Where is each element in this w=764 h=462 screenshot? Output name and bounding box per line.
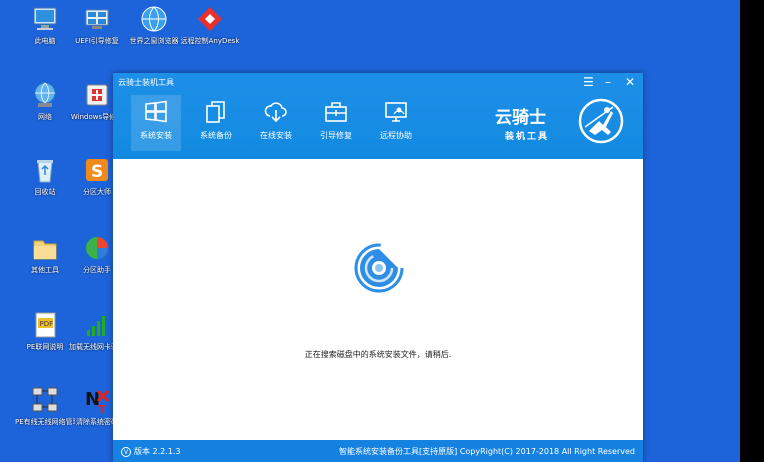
folder-icon <box>30 233 60 263</box>
version-icon: V <box>121 446 131 457</box>
tab-online-install[interactable]: 在线安装 <box>251 95 301 151</box>
pdf-document-icon: PDF <box>30 310 60 340</box>
tab-boot-repair[interactable]: 引导修复 <box>311 95 361 151</box>
brand-logo: 云骑士 装机工具 <box>495 95 625 149</box>
desktop-icon-pe-network[interactable]: PE有线无线网络管理 <box>15 385 75 427</box>
desktop: 此电脑 网络 回收站 其他工具 PDF PE联网说明 PE有线无线网络管理 UE… <box>0 0 740 462</box>
partition-assistant-icon <box>82 233 112 263</box>
loading-spinner-icon <box>354 243 404 293</box>
menu-button[interactable]: ☰ <box>583 75 594 89</box>
tab-label: 远程协助 <box>380 131 412 140</box>
tab-label: 在线安装 <box>260 131 292 140</box>
tab-label: 系统安装 <box>140 131 172 140</box>
windows-repair-icon <box>82 80 112 110</box>
tab-system-install[interactable]: 系统安装 <box>131 95 181 151</box>
partition-master-icon: S <box>82 155 112 185</box>
desktop-icon-label: 世界之窗浏览器 <box>129 37 179 45</box>
brand-subtitle: 装机工具 <box>505 132 550 142</box>
computer-icon <box>30 4 60 34</box>
desktop-icon-network[interactable]: 网络 <box>15 80 75 122</box>
wifi-signal-icon <box>82 310 112 340</box>
windows-logo-icon <box>145 100 167 123</box>
brand-name: 云骑士 <box>495 108 546 128</box>
tab-system-backup[interactable]: 系统备份 <box>191 95 241 151</box>
desktop-icon-label: PE联网说明 <box>26 343 64 351</box>
close-button[interactable]: ✕ <box>625 75 635 89</box>
recycle-bin-icon <box>30 155 60 185</box>
svg-text:T: T <box>98 403 106 415</box>
app-window: 云骑士装机工具 ☰ – ✕ 系统安装 系统备份 在线安装 引导修复 远程协助 云… <box>113 73 643 462</box>
status-text: 正在搜索磁盘中的系统安装文件，请稍后. <box>304 350 452 359</box>
anydesk-icon <box>195 4 225 34</box>
desktop-icon-computer[interactable]: 此电脑 <box>15 4 75 46</box>
knight-logo-icon <box>578 98 624 144</box>
copyright-text: 智能系统安装备份工具[支持原版] CopyRight(C) 2017-2018 … <box>339 447 635 456</box>
desktop-icon-label: 其他工具 <box>31 266 59 274</box>
desktop-icon-label: 回收站 <box>34 188 56 196</box>
tab-label: 系统备份 <box>200 131 232 140</box>
desktop-icon-label: 网络 <box>38 113 52 121</box>
desktop-icon-label: 此电脑 <box>34 37 56 45</box>
screen-border <box>740 0 764 462</box>
desktop-icon-uefi[interactable]: UEFI引导修复 <box>67 4 127 46</box>
network-icon <box>30 80 60 110</box>
desktop-icon-browser[interactable]: 世界之窗浏览器 <box>124 4 184 46</box>
remote-screen-icon <box>385 102 407 122</box>
tab-label: 引导修复 <box>320 131 352 140</box>
network-manager-icon <box>30 385 60 415</box>
uefi-repair-icon <box>82 4 112 34</box>
desktop-icon-pe-guide[interactable]: PDF PE联网说明 <box>15 310 75 352</box>
desktop-icon-recycle-bin[interactable]: 回收站 <box>15 155 75 197</box>
copy-backup-icon <box>206 101 225 123</box>
version-info: V 版本 2.2.1.3 <box>121 446 181 457</box>
svg-text:S: S <box>91 162 103 182</box>
content-area: 正在搜索磁盘中的系统安装文件，请稍后. <box>113 159 643 440</box>
toolbox-icon <box>325 102 347 122</box>
version-text: 版本 2.2.1.3 <box>134 447 181 456</box>
svg-text:PDF: PDF <box>40 320 54 328</box>
window-title: 云骑士装机工具 <box>118 78 174 87</box>
desktop-icon-label: PE有线无线网络管理 <box>15 418 75 426</box>
clear-password-icon: NT <box>82 385 112 416</box>
desktop-icon-label: 远程控制AnyDesk <box>180 37 240 45</box>
minimize-button[interactable]: – <box>605 75 611 89</box>
browser-globe-icon <box>139 4 169 34</box>
cloud-download-icon <box>264 102 287 123</box>
desktop-icon-anydesk[interactable]: 远程控制AnyDesk <box>180 4 240 46</box>
window-header: 云骑士装机工具 ☰ – ✕ 系统安装 系统备份 在线安装 引导修复 远程协助 云… <box>113 73 643 159</box>
desktop-icon-label: UEFI引导修复 <box>75 37 119 45</box>
tab-remote-assist[interactable]: 远程协助 <box>371 95 421 151</box>
desktop-icon-folder[interactable]: 其他工具 <box>15 233 75 275</box>
window-footer: V 版本 2.2.1.3 智能系统安装备份工具[支持原版] CopyRight(C… <box>113 440 643 462</box>
